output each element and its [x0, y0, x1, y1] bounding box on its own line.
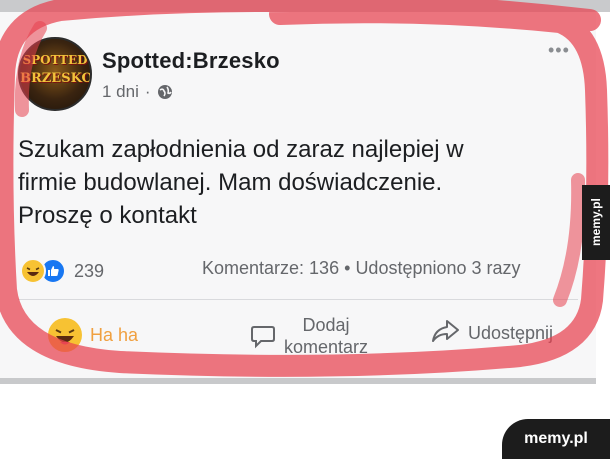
reactions-summary[interactable]: 239: [20, 258, 104, 284]
post-text: Szukam zapłodnienia od zaraz najlepiej w…: [18, 133, 558, 232]
comments-count[interactable]: Komentarze: 136: [202, 258, 339, 278]
stats-separator: •: [344, 258, 351, 278]
avatar-text-top: SPOTTED: [22, 53, 88, 67]
haha-label: Ha ha: [90, 324, 139, 345]
post-meta: 1 dni ·: [102, 82, 173, 102]
memy-corner-watermark: memy.pl: [502, 419, 610, 459]
top-band: [0, 0, 610, 12]
comment-label: Dodaj komentarz: [284, 314, 368, 358]
shares-count[interactable]: Udostępniono 3 razy: [355, 258, 520, 278]
page-avatar[interactable]: SPOTTED BRZESKO: [18, 37, 92, 111]
share-label: Udostępnij: [468, 323, 554, 343]
post-text-line: Szukam zapłodnienia od zaraz najlepiej w: [18, 136, 464, 163]
post-text-line: firmie budowlanej. Mam doświadczenie.: [18, 169, 443, 196]
reaction-count: 239: [74, 260, 105, 281]
globe-icon: [157, 84, 173, 100]
haha-button[interactable]: Ha ha: [48, 318, 138, 352]
action-divider: [18, 299, 578, 300]
haha-icon: [48, 318, 82, 352]
post-text-line: Proszę o kontakt: [18, 202, 197, 229]
comment-icon: [250, 323, 276, 354]
comment-label-line2: komentarz: [284, 337, 369, 357]
haha-reaction-icon: [20, 258, 46, 284]
page-name[interactable]: Spotted:Brzesko: [102, 48, 280, 74]
post-time[interactable]: 1 dni: [102, 82, 139, 102]
share-icon: [430, 318, 460, 349]
memy-side-watermark: memy.pl: [582, 185, 610, 260]
comment-button[interactable]: Dodaj komentarz: [250, 315, 368, 358]
engagement-stats: Komentarze: 136 • Udostępniono 3 razy: [202, 258, 521, 279]
more-icon[interactable]: •••: [548, 40, 570, 61]
share-button[interactable]: Udostępnij: [430, 318, 553, 349]
comment-label-line1: Dodaj: [302, 315, 350, 335]
meta-separator: ·: [144, 82, 151, 101]
avatar-text-bottom: BRZESKO: [20, 71, 92, 86]
